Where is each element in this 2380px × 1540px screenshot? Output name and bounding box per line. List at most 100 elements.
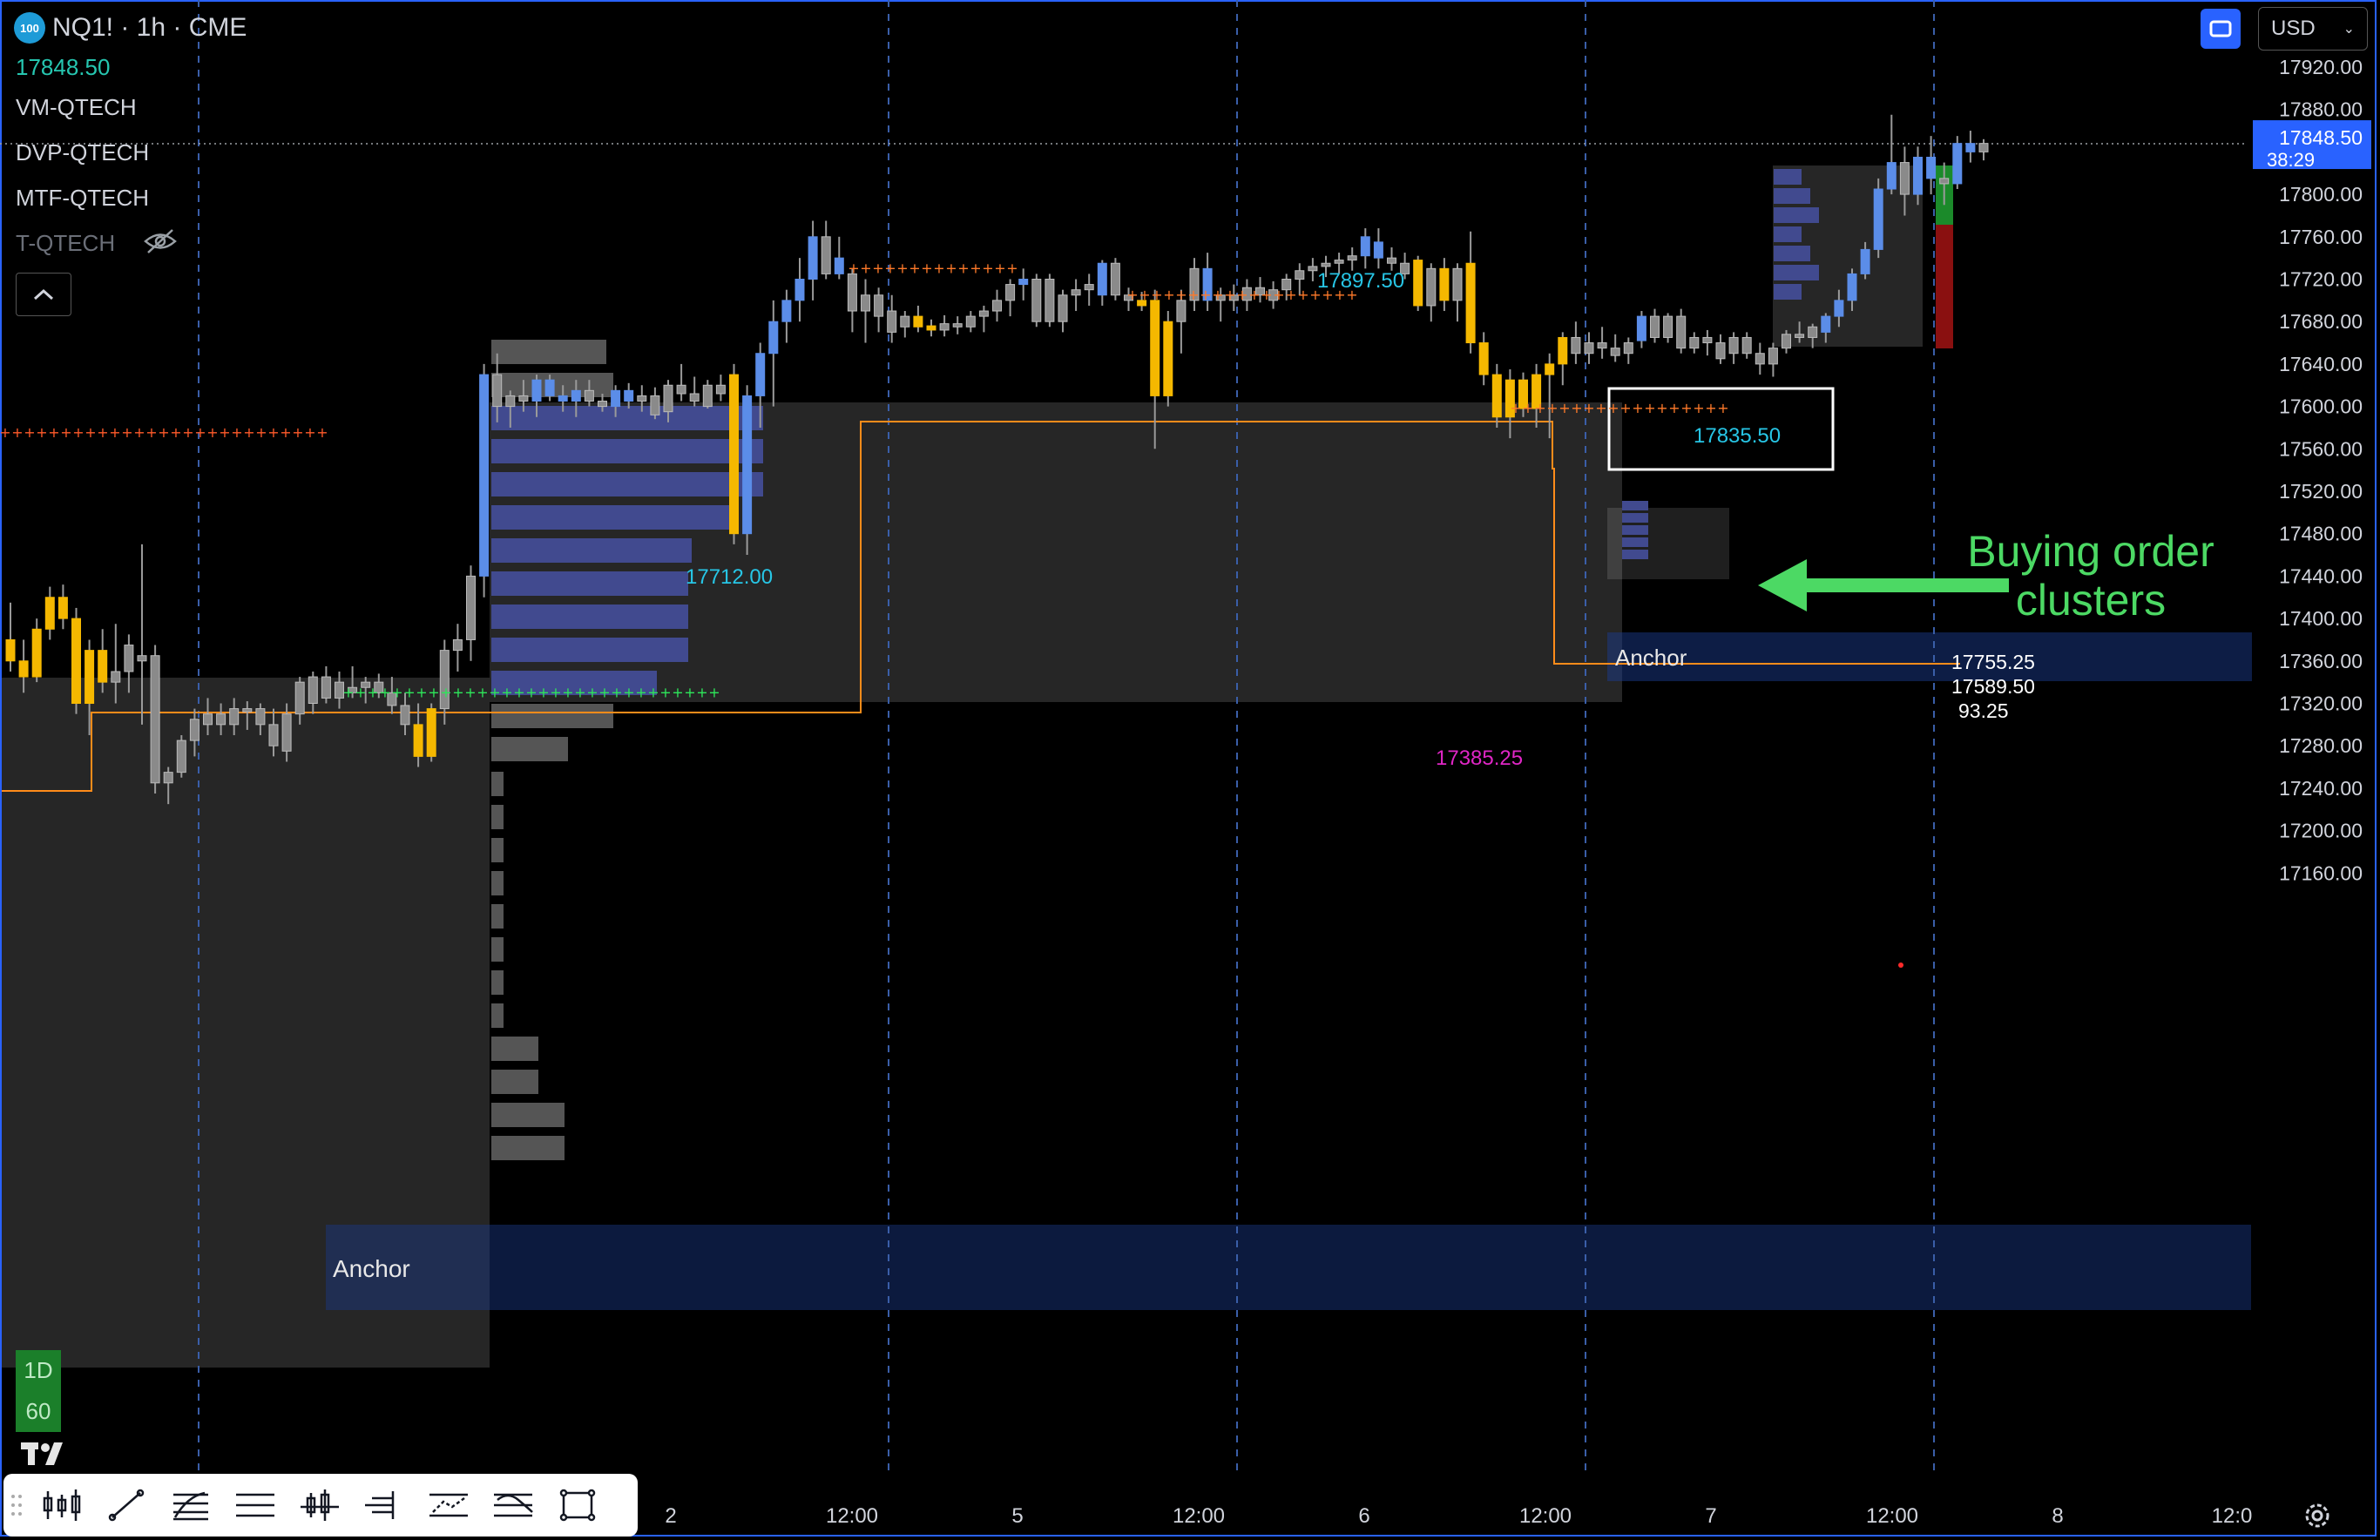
trendline-tool-icon[interactable]	[94, 1474, 159, 1537]
candle	[1715, 334, 1726, 364]
order-level-marker: +	[267, 424, 279, 441]
anchor-label: Anchor	[1615, 645, 1687, 671]
candle	[1478, 332, 1489, 386]
candle-body	[1926, 156, 1937, 179]
candle	[1610, 334, 1620, 362]
candle	[150, 645, 160, 794]
candles-tool-icon[interactable]	[30, 1474, 94, 1537]
candle	[31, 618, 42, 683]
order-level-marker: +	[367, 684, 378, 700]
order-level-marker: +	[280, 424, 291, 441]
rectangle-tool-icon[interactable]	[545, 1474, 610, 1537]
candle	[965, 311, 976, 333]
candle-body	[1426, 267, 1437, 307]
candle	[1663, 313, 1673, 343]
forecast-tool-icon[interactable]	[416, 1474, 481, 1537]
order-level-marker: +	[342, 684, 354, 700]
candle-body	[1913, 156, 1923, 195]
order-level-marker: +	[1285, 287, 1296, 303]
candle-body	[1808, 326, 1818, 338]
candle-body	[624, 389, 634, 402]
collapse-legend-button[interactable]	[16, 273, 71, 316]
price-tag-countdown: 38:29	[2267, 149, 2315, 171]
candle-body	[518, 395, 529, 402]
candle	[1005, 279, 1016, 317]
fib-tool-icon[interactable]	[159, 1474, 223, 1537]
candle	[71, 607, 81, 714]
position-tool-icon[interactable]	[352, 1474, 416, 1537]
candle-body	[242, 708, 253, 713]
candle	[715, 375, 726, 402]
candle-body	[111, 671, 121, 683]
candle-body	[1031, 279, 1042, 322]
order-level-marker: +	[1126, 287, 1138, 303]
candle-body	[887, 310, 897, 333]
volume-profile-bar	[491, 605, 688, 629]
settings-gear-icon[interactable]	[2298, 1496, 2336, 1535]
candle-body	[400, 705, 410, 726]
candle	[939, 314, 950, 337]
volume-profile-bar	[1774, 207, 1819, 223]
volume-profile-bar	[1622, 537, 1648, 547]
order-level-marker: +	[194, 424, 206, 441]
candle-body	[452, 638, 463, 652]
candle-body	[294, 681, 305, 715]
symbol-title[interactable]: NQ1! · 1h · CME	[52, 13, 247, 43]
time-axis-tick: 5	[1011, 1504, 1023, 1528]
measure-tool-icon[interactable]	[481, 1474, 545, 1537]
eye-hidden-icon[interactable]	[143, 228, 178, 254]
candle-body	[31, 628, 42, 678]
order-level-marker: +	[391, 684, 402, 700]
candle-body	[637, 395, 647, 402]
price-label-high: 17897.50	[1317, 269, 1404, 293]
candle	[1676, 308, 1687, 354]
grip-handle-icon[interactable]	[3, 1474, 30, 1537]
candle-body	[1491, 374, 1502, 418]
order-level-marker: +	[1680, 400, 1692, 416]
candle-body	[1439, 267, 1450, 301]
order-level-marker: +	[957, 260, 969, 276]
marker-dot	[1898, 962, 1903, 968]
indicator-mtf[interactable]: MTF-QTECH	[16, 185, 149, 212]
pattern-tool-icon[interactable]	[287, 1474, 352, 1537]
candle-body	[1847, 273, 1857, 301]
fullscreen-button[interactable]	[2201, 9, 2241, 49]
candle-body	[1005, 284, 1016, 301]
currency-select[interactable]: USD ⌄	[2258, 7, 2368, 51]
price-chart[interactable]: + + + + + + + + + + + + + + + + + + + + + + + + + + ++ + + + + + + + + + + + +…	[0, 0, 2380, 1540]
symbol-header[interactable]: 100 NQ1! · 1h · CME	[14, 12, 247, 44]
lines-tool-icon[interactable]	[223, 1474, 287, 1537]
anchor-zone	[326, 1225, 2251, 1310]
candle-body	[426, 708, 436, 757]
candle-body	[163, 772, 173, 784]
symbol-logo-icon: 100	[14, 12, 45, 44]
order-level-marker: +	[896, 260, 908, 276]
order-level-marker: +	[921, 260, 932, 276]
price-axis-tick: 17480.00	[2279, 523, 2363, 545]
order-level-marker: +	[379, 684, 390, 700]
order-level-marker: +	[1644, 400, 1655, 416]
stat-label: 17755.25	[1951, 651, 2035, 673]
candle-body	[742, 395, 753, 535]
order-level-marker: +	[477, 684, 488, 700]
order-level-marker: +	[1200, 287, 1211, 303]
candle-body	[216, 713, 227, 726]
candle-body	[1373, 241, 1383, 259]
candle-body	[1821, 315, 1831, 333]
candle	[1650, 308, 1660, 343]
candle-body	[413, 724, 423, 757]
price-axis-tick: 17760.00	[2279, 226, 2363, 248]
timeframe-badge[interactable]: 1D 60	[16, 1350, 61, 1432]
candle	[952, 316, 963, 334]
candle-body	[1834, 300, 1844, 317]
indicator-dvp[interactable]: DVP-QTECH	[16, 139, 149, 166]
last-price: 17848.50	[16, 54, 111, 80]
indicator-t[interactable]: T-QTECH	[16, 230, 115, 257]
candle-body	[913, 315, 923, 328]
order-level-marker: +	[848, 260, 859, 276]
volume-profile-bar	[491, 1037, 538, 1061]
tradingview-logo-icon[interactable]	[19, 1437, 73, 1467]
volume-profile-bar	[491, 838, 504, 862]
indicator-vm[interactable]: VM-QTECH	[16, 94, 137, 121]
price-axis-tick: 17920.00	[2279, 56, 2363, 78]
